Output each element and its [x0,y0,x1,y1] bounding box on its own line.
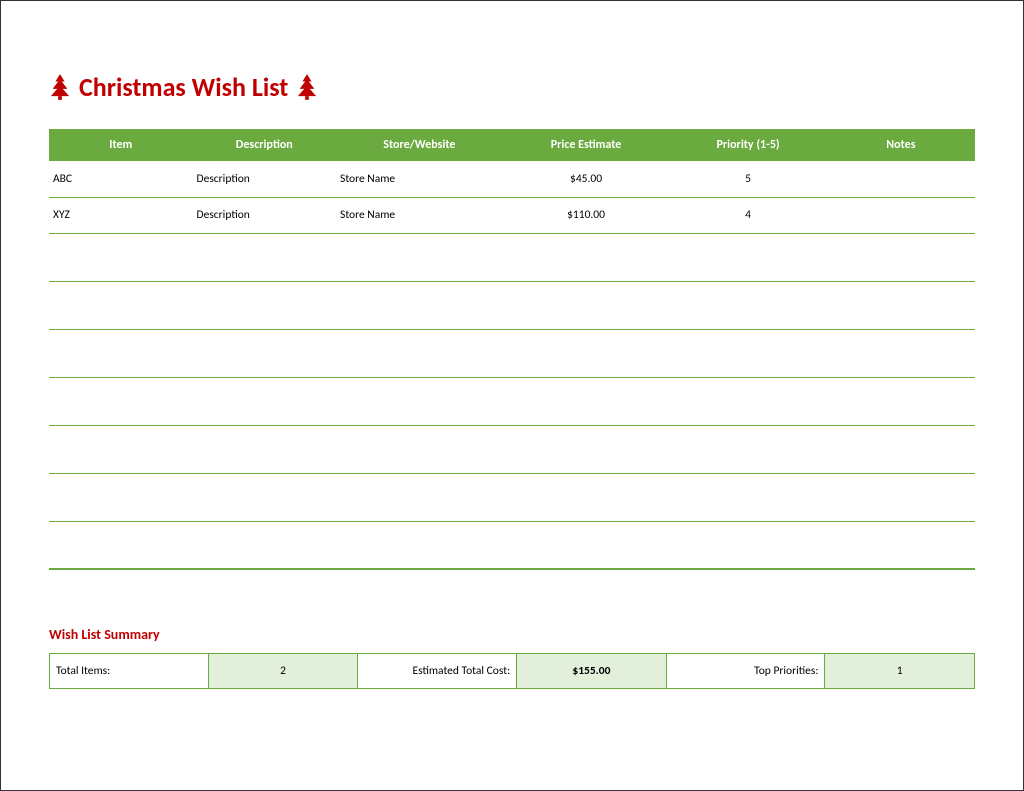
cell-empty [503,329,670,377]
summary-est-cost-label: Estimated Total Cost: [358,654,517,689]
table-row [49,281,975,329]
cell-priority: 5 [669,161,826,197]
cell-empty [669,521,826,569]
cell-empty [336,473,503,521]
cell-empty [193,377,337,425]
cell-empty [669,329,826,377]
title-row: Christmas Wish List [49,71,975,103]
summary-total-items-value: 2 [208,654,357,689]
cell-store: Store Name [336,161,503,197]
table-row [49,377,975,425]
cell-empty [336,233,503,281]
col-header-item: Item [49,129,193,161]
table-row [49,233,975,281]
wish-list-table: Item Description Store/Website Price Est… [49,129,975,570]
christmas-tree-icon [49,74,71,100]
cell-notes [827,161,975,197]
cell-empty [49,473,193,521]
cell-empty [49,233,193,281]
cell-empty [827,233,975,281]
cell-description: Description [193,161,337,197]
col-header-store: Store/Website [336,129,503,161]
table-row: ABCDescriptionStore Name$45.005 [49,161,975,197]
wish-list-body: ABCDescriptionStore Name$45.005XYZDescri… [49,161,975,569]
cell-empty [49,425,193,473]
cell-empty [193,473,337,521]
table-row [49,473,975,521]
cell-empty [193,281,337,329]
cell-empty [503,233,670,281]
table-row [49,425,975,473]
table-row [49,521,975,569]
cell-empty [669,473,826,521]
document-page: Christmas Wish List Item Description Sto… [0,0,1024,791]
summary-row: Total Items: 2 Estimated Total Cost: $15… [50,654,975,689]
summary-est-cost-value: $155.00 [517,654,666,689]
cell-empty [669,281,826,329]
cell-empty [193,329,337,377]
cell-notes [827,197,975,233]
table-row [49,329,975,377]
col-header-priority: Priority (1-5) [669,129,826,161]
cell-empty [827,425,975,473]
cell-empty [503,281,670,329]
cell-empty [827,329,975,377]
summary-title: Wish List Summary [49,626,975,643]
cell-price: $110.00 [503,197,670,233]
col-header-price: Price Estimate [503,129,670,161]
cell-empty [193,425,337,473]
cell-empty [503,473,670,521]
cell-empty [827,377,975,425]
cell-empty [503,425,670,473]
table-header-row: Item Description Store/Website Price Est… [49,129,975,161]
summary-table: Total Items: 2 Estimated Total Cost: $15… [49,653,975,689]
cell-empty [669,233,826,281]
cell-item: ABC [49,161,193,197]
cell-empty [336,329,503,377]
cell-empty [49,281,193,329]
cell-priority: 4 [669,197,826,233]
cell-empty [336,521,503,569]
cell-empty [49,329,193,377]
summary-top-prio-value: 1 [825,654,975,689]
col-header-notes: Notes [827,129,975,161]
summary-total-items-label: Total Items: [50,654,209,689]
cell-empty [827,473,975,521]
cell-price: $45.00 [503,161,670,197]
cell-empty [49,377,193,425]
table-row: XYZDescriptionStore Name$110.004 [49,197,975,233]
cell-empty [827,281,975,329]
col-header-description: Description [193,129,337,161]
page-title: Christmas Wish List [79,71,288,103]
summary-top-prio-label: Top Priorities: [666,654,825,689]
cell-empty [503,521,670,569]
cell-empty [336,281,503,329]
cell-empty [827,521,975,569]
cell-empty [336,425,503,473]
cell-empty [669,425,826,473]
cell-empty [193,233,337,281]
cell-item: XYZ [49,197,193,233]
cell-empty [49,521,193,569]
cell-empty [336,377,503,425]
cell-empty [669,377,826,425]
cell-empty [193,521,337,569]
cell-description: Description [193,197,337,233]
document-content: Christmas Wish List Item Description Sto… [1,1,1023,689]
cell-empty [503,377,670,425]
cell-store: Store Name [336,197,503,233]
christmas-tree-icon [296,74,318,100]
